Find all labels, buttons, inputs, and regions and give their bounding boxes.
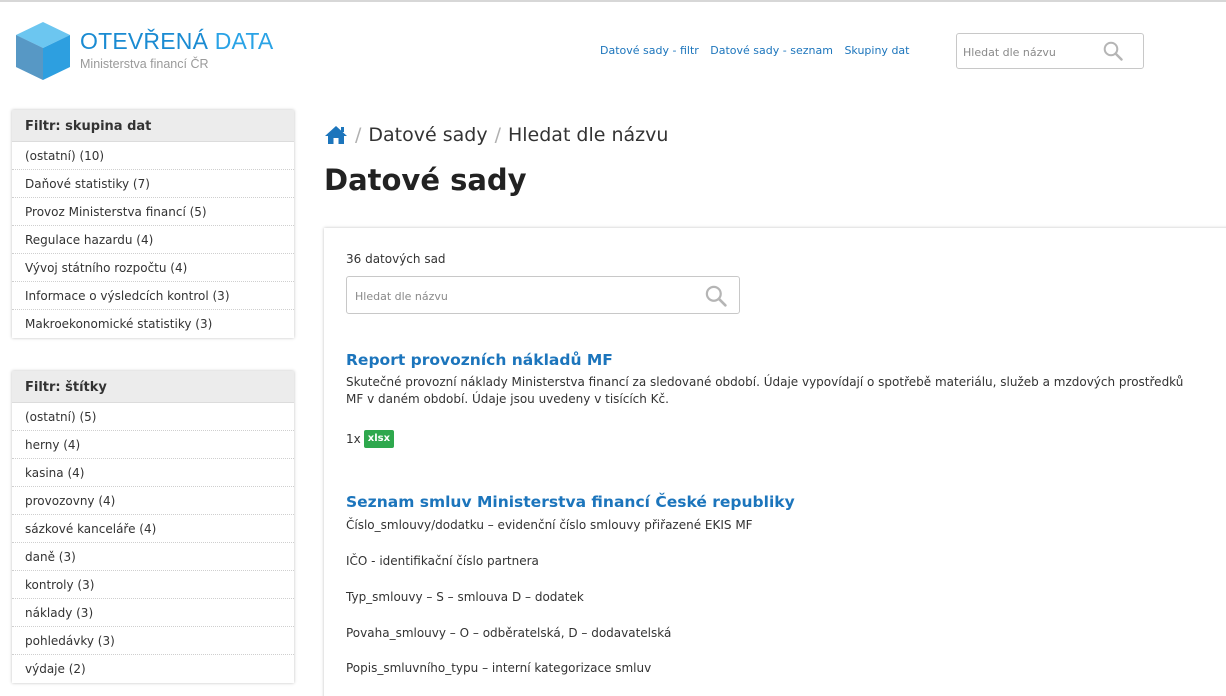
logo-cube-icon[interactable] [12,20,74,82]
filter-tag-item[interactable]: výdaje (2) [12,655,294,683]
search-icon[interactable] [1103,41,1123,61]
filter-tags-title: Filtr: štítky [12,371,294,403]
results-search-input[interactable] [355,286,685,306]
dataset-title[interactable]: Seznam smluv Ministerstva financí České … [346,493,795,511]
filter-group-item[interactable]: (ostatní) (10) [12,142,294,170]
results-search-box [346,276,740,314]
filter-tag-item[interactable]: sázkové kanceláře (4) [12,515,294,543]
dataset-description-line: Popis_smluvního_typu – interní kategoriz… [346,661,652,675]
filter-tag-item[interactable]: kontroly (3) [12,571,294,599]
dataset-description-line: Povaha_smlouvy – O – odběratelská, D – d… [346,626,672,640]
search-icon[interactable] [705,285,727,307]
dataset-description: Skutečné provozní náklady Ministerstva f… [346,375,1184,406]
logo-title[interactable]: OTEVŘENÁ DATA [80,28,273,55]
home-icon[interactable] [324,125,348,145]
filter-tag-item[interactable]: kasina (4) [12,459,294,487]
dataset-description-line: Typ_smlouvy – S – smlouva D – dodatek [346,590,584,604]
nav-link-datasets-filter[interactable]: Datové sady - filtr [600,44,699,57]
logo-subtitle: Ministerstva financí ČR [80,57,209,71]
breadcrumb: / Datové sady / Hledat dle názvu [324,124,668,146]
nav-link-data-groups[interactable]: Skupiny dat [844,44,909,57]
filter-group-item[interactable]: Vývoj státního rozpočtu (4) [12,254,294,282]
filter-tag-item[interactable]: provozovny (4) [12,487,294,515]
results-card: 36 datových sad Report provozních náklad… [324,228,1226,696]
filter-tags-list: (ostatní) (5) herny (4) kasina (4) provo… [12,403,294,683]
header-search-box [956,33,1144,69]
dataset-description-line: IČO - identifikační číslo partnera [346,554,539,568]
format-count: 1x [346,432,361,446]
filter-tag-item[interactable]: pohledávky (3) [12,627,294,655]
filter-groups-panel: Filtr: skupina dat (ostatní) (10) Daňové… [12,110,294,338]
filter-group-item[interactable]: Regulace hazardu (4) [12,226,294,254]
page-title: Datové sady [324,163,527,197]
top-nav: Datové sady - filtr Datové sady - seznam… [600,44,917,57]
logo-title-main: OTEVŘENÁ [80,28,209,54]
breadcrumb-separator: / [494,124,501,146]
format-badge-xlsx[interactable]: xlsx [363,430,395,448]
filter-group-item[interactable]: Provoz Ministerstva financí (5) [12,198,294,226]
dataset-title[interactable]: Report provozních nákladů MF [346,351,613,369]
filter-tag-item[interactable]: daně (3) [12,543,294,571]
filter-group-item[interactable]: Daňové statistiky (7) [12,170,294,198]
filter-group-item[interactable]: Informace o výsledcích kontrol (3) [12,282,294,310]
filter-tag-item[interactable]: náklady (3) [12,599,294,627]
filter-groups-list: (ostatní) (10) Daňové statistiky (7) Pro… [12,142,294,338]
header: OTEVŘENÁ DATA Ministerstva financí ČR Da… [0,2,1226,88]
filter-tag-item[interactable]: herny (4) [12,431,294,459]
filter-tags-panel: Filtr: štítky (ostatní) (5) herny (4) ka… [12,371,294,683]
breadcrumb-separator: / [355,124,362,146]
filter-groups-title: Filtr: skupina dat [12,110,294,142]
breadcrumb-current: Hledat dle názvu [507,124,669,146]
results-count: 36 datových sad [346,252,446,266]
logo-title-light: DATA [214,28,274,54]
filter-group-item[interactable]: Makroekonomické statistiky (3) [12,310,294,338]
filter-tag-item[interactable]: (ostatní) (5) [12,403,294,431]
header-search-input[interactable] [963,42,1103,62]
nav-link-datasets-list[interactable]: Datové sady - seznam [710,44,833,57]
dataset-description-line: Číslo_smlouvy/dodatku – evidenční číslo … [346,518,753,532]
dataset-formats: 1x xlsx [346,430,395,448]
breadcrumb-datasets[interactable]: Datové sady [368,124,487,146]
